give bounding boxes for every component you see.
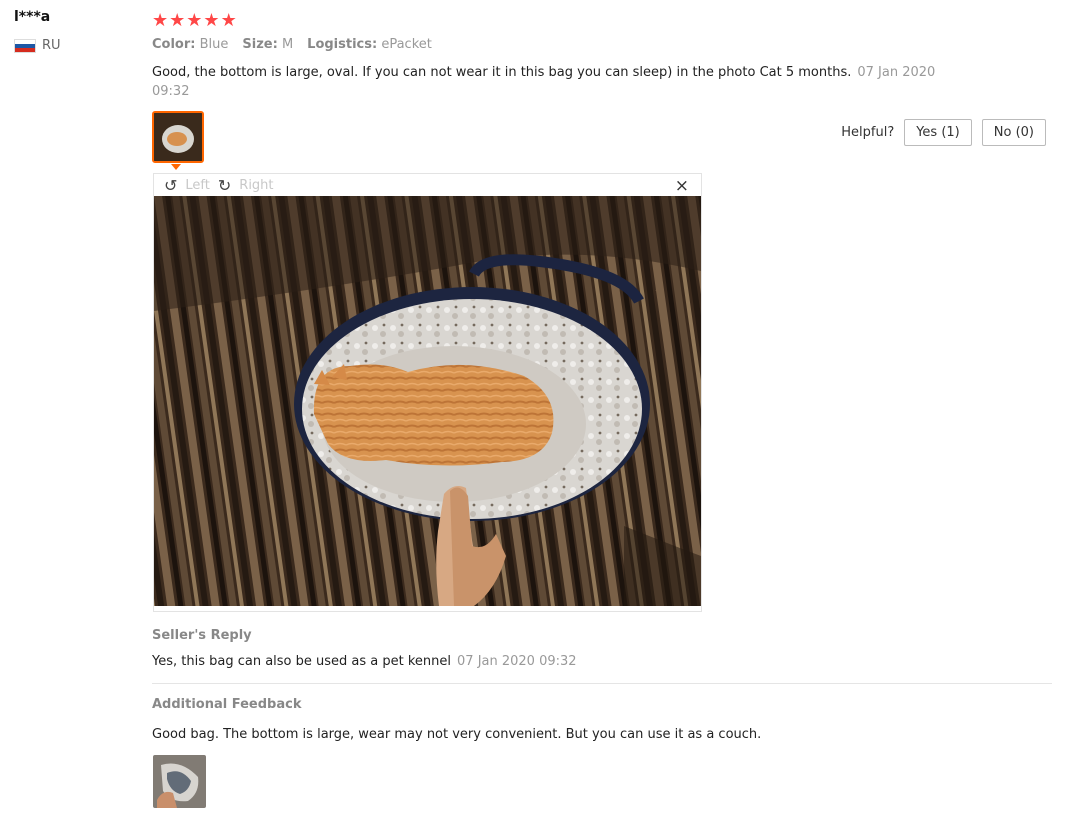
star-icon: ★ [169, 10, 186, 31]
seller-reply-text-block: Yes, this bag can also be used as a pet … [152, 654, 577, 669]
rotate-right-button[interactable]: Right [239, 178, 273, 193]
review-photo-thumbnail[interactable] [152, 111, 204, 163]
additional-feedback-text: Good bag. The bottom is large, wear may … [152, 727, 762, 742]
attribute-logistics: Logistics: ePacket [307, 37, 432, 52]
close-icon[interactable]: × [675, 176, 689, 196]
photo-viewer: ↺ Left ↻ Right × [153, 173, 702, 612]
star-rating: ★ ★ ★ ★ ★ [152, 10, 237, 31]
attribute-color: Color: Blue [152, 37, 229, 52]
star-icon: ★ [203, 10, 220, 31]
star-icon: ★ [152, 10, 169, 31]
rotate-left-icon[interactable]: ↺ [164, 176, 177, 195]
review-attributes: Color: Blue Size: M Logistics: ePacket [152, 37, 432, 52]
review-text: Good, the bottom is large, oval. If you … [152, 65, 852, 80]
section-divider [152, 683, 1052, 684]
reviewer-name: l***a [14, 9, 51, 25]
russia-flag-icon [14, 38, 36, 53]
viewer-toolbar: ↺ Left ↻ Right [164, 176, 274, 195]
country-code: RU [42, 38, 61, 53]
star-icon: ★ [186, 10, 203, 31]
rotate-left-button[interactable]: Left [185, 178, 209, 193]
rotate-right-icon[interactable]: ↻ [218, 176, 231, 195]
review-photo-large [154, 196, 701, 606]
helpful-yes-button[interactable]: Yes (1) [904, 119, 972, 146]
seller-reply-text: Yes, this bag can also be used as a pet … [152, 654, 452, 669]
reviewer-country: RU [14, 38, 61, 53]
helpful-no-button[interactable]: No (0) [981, 119, 1046, 146]
seller-reply-date: 07 Jan 2020 09:32 [457, 654, 577, 669]
thumbnail-selected-arrow [171, 164, 181, 170]
helpful-label: Helpful? [841, 125, 895, 140]
additional-feedback-photo-thumbnail[interactable] [153, 755, 206, 808]
cat-in-bag-photo [154, 196, 701, 606]
review-text-block: Good, the bottom is large, oval. If you … [152, 63, 952, 101]
star-icon: ★ [220, 10, 237, 31]
attribute-size: Size: M [242, 37, 294, 52]
additional-feedback-title: Additional Feedback [152, 697, 302, 712]
helpful-controls: Helpful? Yes (1) No (0) [841, 119, 1046, 146]
seller-reply-title: Seller's Reply [152, 628, 252, 643]
cat-photo-thumbnail-image [154, 113, 202, 161]
bag-photo-thumbnail-image [153, 755, 206, 808]
